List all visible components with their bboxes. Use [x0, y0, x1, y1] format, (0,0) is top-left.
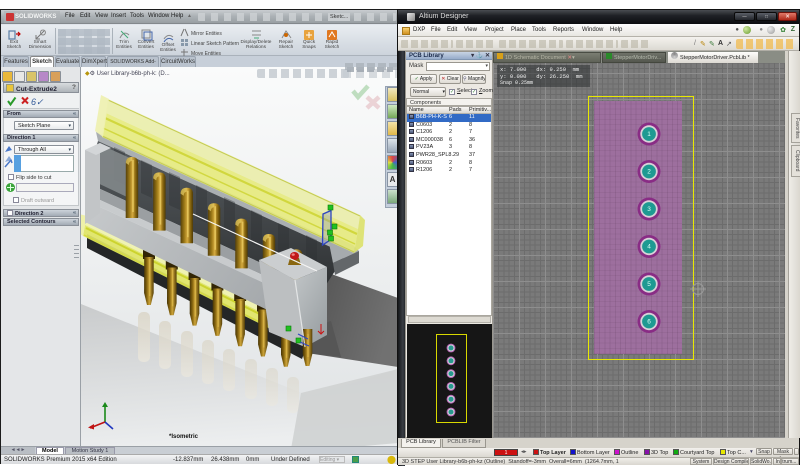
svg-text:2: 2: [647, 169, 651, 176]
svg-text:6✓: 6✓: [31, 97, 44, 107]
svg-text:6: 6: [647, 319, 651, 326]
svg-text:1: 1: [647, 131, 651, 138]
svg-text:4: 4: [647, 244, 651, 251]
svg-text:5: 5: [647, 281, 651, 288]
svg-text:3: 3: [647, 206, 651, 213]
